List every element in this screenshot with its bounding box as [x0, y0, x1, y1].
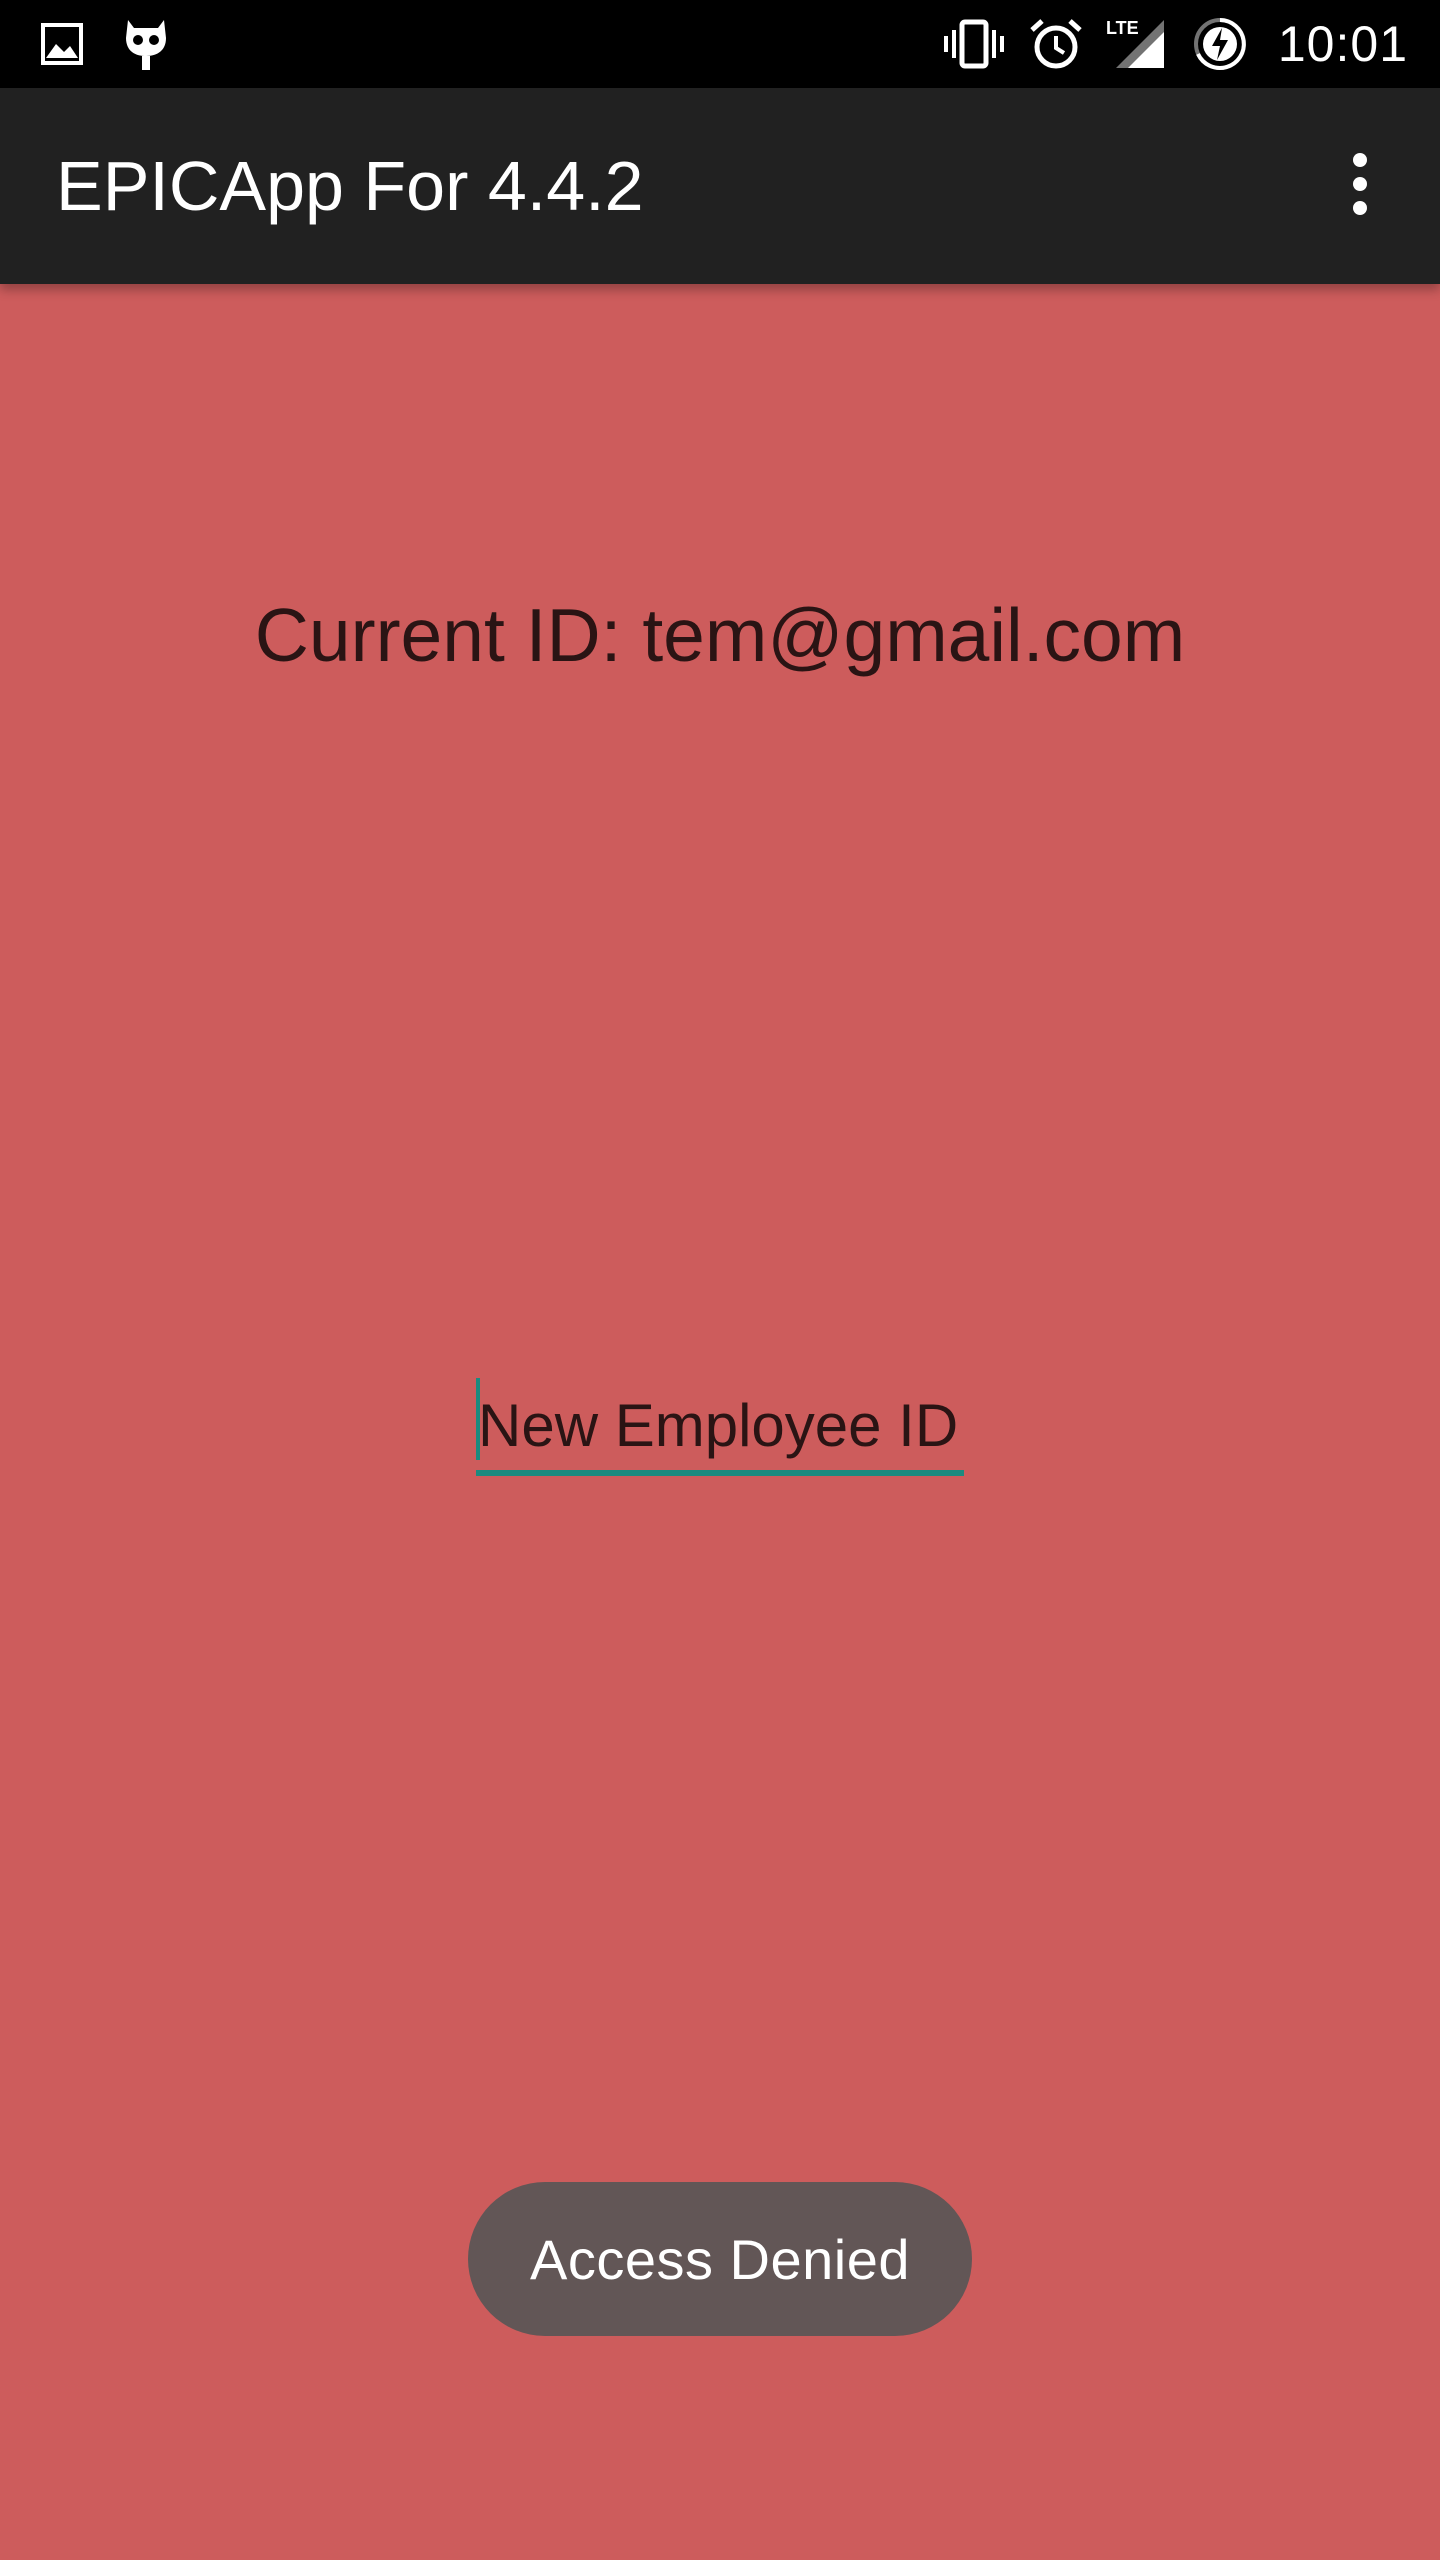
status-bar: LTE 10:01	[0, 0, 1440, 88]
signal-icon: LTE	[1106, 16, 1170, 72]
alarm-icon	[1028, 16, 1084, 72]
overflow-menu-icon	[1350, 152, 1370, 221]
battery-charging-icon	[1192, 16, 1248, 72]
current-id-label: Current ID: tem@gmail.com	[254, 593, 1186, 677]
status-time: 10:01	[1277, 16, 1408, 72]
svg-text:LTE: LTE	[1106, 18, 1139, 38]
input-underline	[476, 1470, 964, 1476]
app-bar: EPICApp For 4.4.2	[0, 88, 1440, 284]
overflow-menu-button[interactable]	[1308, 134, 1412, 238]
text-cursor	[476, 1378, 480, 1460]
status-bar-notifications	[40, 0, 170, 88]
app-title: EPICApp For 4.4.2	[56, 147, 644, 225]
employee-id-input[interactable]	[476, 1378, 966, 1472]
toast-text: Access Denied	[529, 2227, 910, 2291]
vibrate-icon	[942, 18, 1006, 70]
toast-message: Access Denied	[468, 2182, 972, 2336]
employee-id-field[interactable]	[476, 1378, 966, 1478]
status-bar-system: LTE 10:01	[942, 0, 1408, 88]
cyanogen-mascot-icon	[122, 16, 170, 72]
image-notification-icon	[40, 22, 84, 66]
